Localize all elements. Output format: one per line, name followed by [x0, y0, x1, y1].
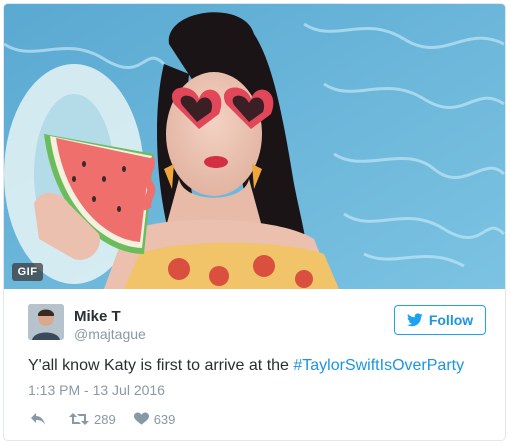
- tweet-media-gif[interactable]: GIF: [4, 4, 505, 289]
- tweet-actions: 289 639: [30, 409, 193, 429]
- retweet-icon: [69, 413, 89, 425]
- tweet-body: Y'all know Katy is first to arrive at th…: [28, 357, 294, 374]
- like-count: 639: [153, 411, 176, 427]
- author-handle[interactable]: @majtague: [74, 326, 146, 342]
- tweet-header: Mike T @majtague Follow: [28, 304, 488, 344]
- tweet-text: Y'all know Katy is first to arrive at th…: [28, 357, 464, 375]
- like-button[interactable]: 639: [133, 411, 176, 427]
- hashtag-link[interactable]: #TaylorSwiftIsOverParty: [293, 357, 464, 374]
- heart-icon: [133, 412, 149, 425]
- gif-badge: GIF: [12, 263, 43, 281]
- author-name[interactable]: Mike T: [74, 308, 121, 325]
- reply-button[interactable]: [30, 412, 51, 426]
- tweet-card: GIF Mike T @majtague Follow Y'all know K…: [3, 3, 506, 441]
- avatar-image: [28, 304, 64, 340]
- follow-button[interactable]: Follow: [394, 305, 486, 335]
- retweet-button[interactable]: 289: [69, 412, 116, 427]
- twitter-bird-icon: [406, 313, 423, 327]
- follow-label: Follow: [428, 312, 474, 328]
- tweet-timestamp[interactable]: 1:13 PM - 13 Jul 2016: [28, 382, 165, 398]
- retweet-count: 289: [94, 411, 116, 427]
- avatar[interactable]: [28, 304, 64, 340]
- reply-icon: [31, 413, 45, 425]
- gif-still-image: [4, 4, 505, 289]
